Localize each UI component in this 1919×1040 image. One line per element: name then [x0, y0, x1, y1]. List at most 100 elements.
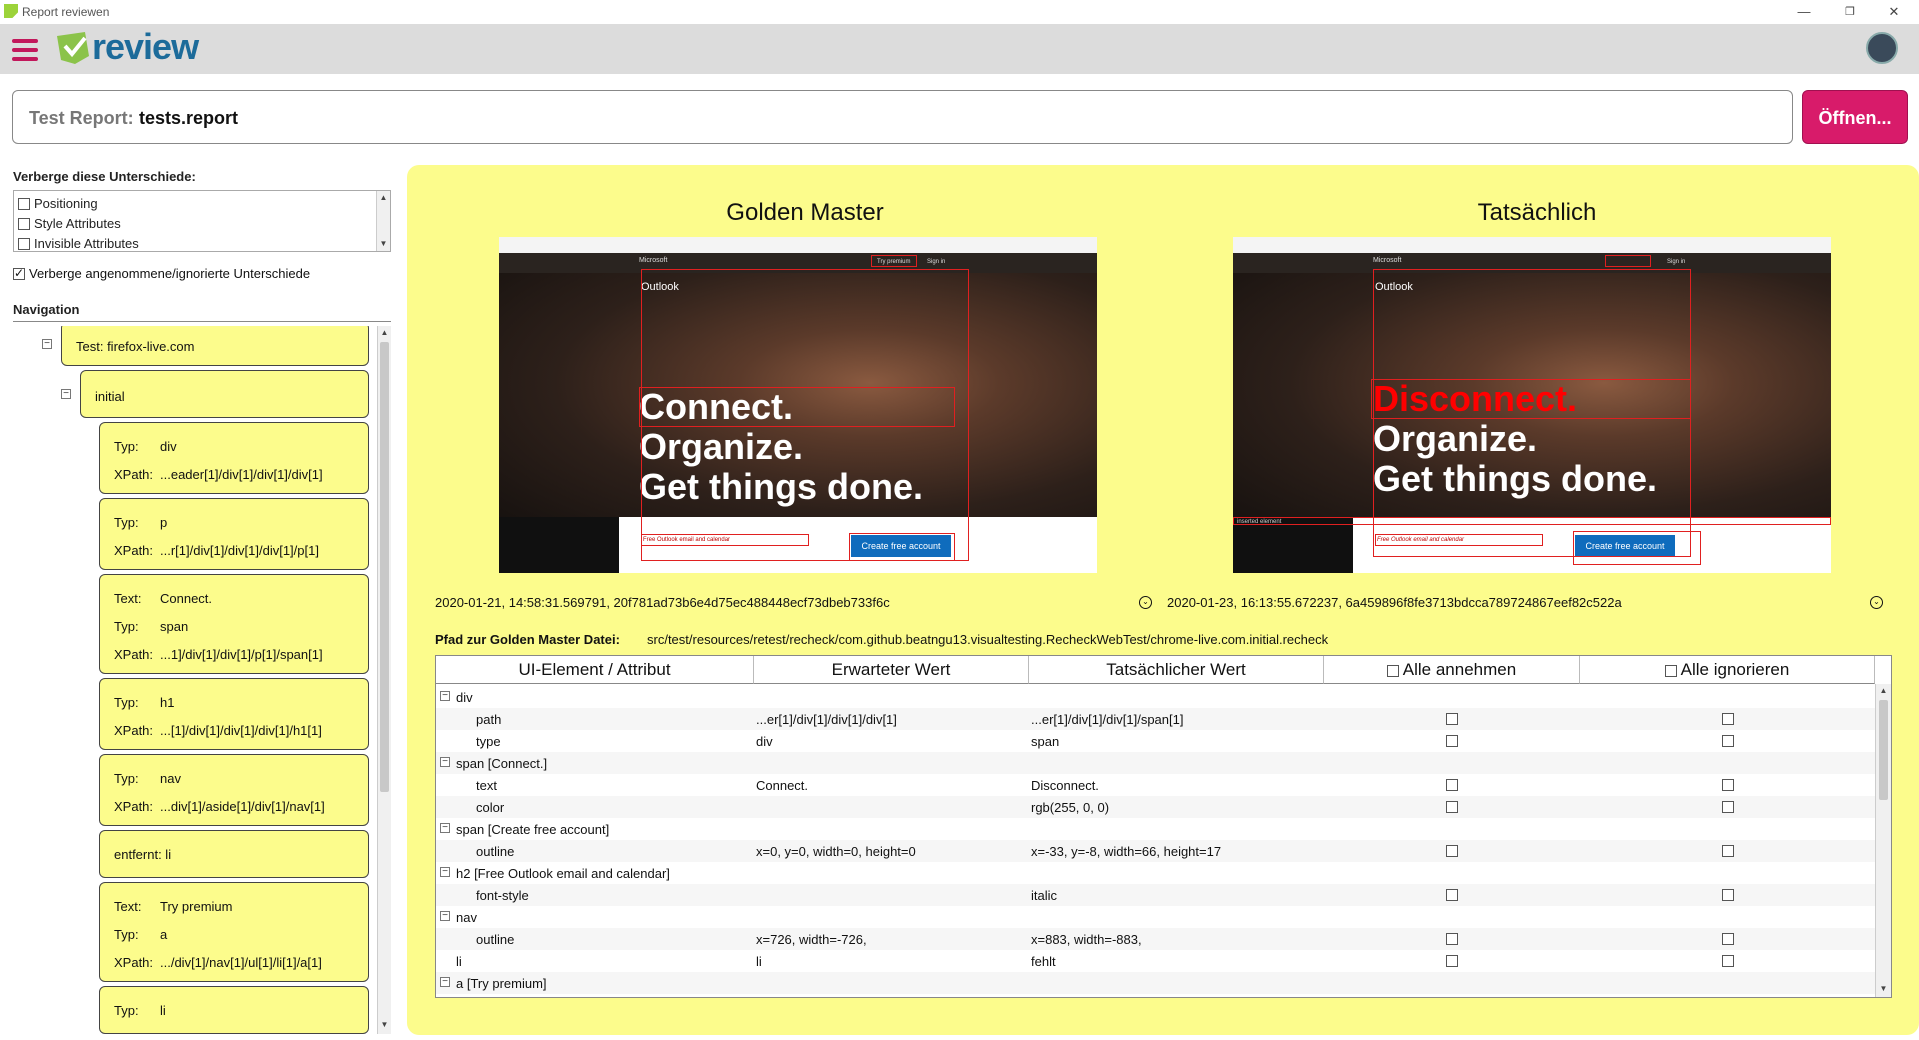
tree-node-test[interactable]: Test: firefox-live.com: [61, 326, 369, 366]
accept-checkbox[interactable]: [1446, 801, 1458, 813]
node-key: XPath:: [114, 467, 154, 482]
table-row[interactable]: outline x=0, y=0, width=0, height=0 x=-33,…: [436, 840, 1875, 862]
header-ui-element[interactable]: UI-Element / Attribut: [436, 656, 754, 684]
table-row[interactable]: text Connect. Disconnect.: [436, 774, 1875, 796]
accept-checkbox[interactable]: [1446, 779, 1458, 791]
golden-master-screenshot[interactable]: Microsoft Outlook Connect. Organize. Get…: [499, 237, 1097, 573]
accept-checkbox[interactable]: [1446, 889, 1458, 901]
tree-node-item[interactable]: Text: Try premium Typ: a XPath: .../div[1]/na…: [99, 882, 369, 982]
collapse-icon[interactable]: −: [42, 339, 52, 349]
collapse-icon[interactable]: −: [440, 823, 450, 833]
checkbox[interactable]: [18, 238, 30, 250]
table-row[interactable]: font-style italic: [436, 884, 1875, 906]
hide-accepted-option[interactable]: Verberge angenommene/ignorierte Untersch…: [13, 266, 310, 281]
user-avatar-icon[interactable]: [1866, 32, 1898, 64]
ignore-checkbox[interactable]: [1722, 933, 1734, 945]
accept-checkbox[interactable]: [1446, 845, 1458, 857]
node-value: a: [160, 927, 168, 942]
collapse-icon[interactable]: −: [61, 389, 71, 399]
ignore-checkbox[interactable]: [1722, 955, 1734, 967]
accept-checkbox[interactable]: [1446, 735, 1458, 747]
accept-checkbox[interactable]: [1446, 933, 1458, 945]
filter-list: Positioning Style Attributes Invisible A…: [13, 190, 391, 252]
collapse-icon[interactable]: −: [440, 757, 450, 767]
filter-scrollbar[interactable]: ▲ ▼: [376, 191, 390, 251]
tree-node-state[interactable]: initial: [80, 370, 369, 418]
checkbox-checked[interactable]: [13, 266, 25, 280]
table-row[interactable]: path ...er[1]/div[1]/div[1]/div[1] ...er[1…: [436, 708, 1875, 730]
node-key: entfernt: li: [114, 847, 172, 862]
ignore-checkbox[interactable]: [1722, 713, 1734, 725]
table-row[interactable]: − span [Create free account]: [436, 818, 1875, 840]
table-row[interactable]: − h2 [Free Outlook email and calendar]: [436, 862, 1875, 884]
filter-positioning[interactable]: Positioning: [18, 196, 98, 211]
ignore-checkbox[interactable]: [1722, 889, 1734, 901]
node-line: XPath: ...1]/div[1]/div[1]/p[1]/span[1]: [114, 647, 323, 662]
ignore-checkbox[interactable]: [1722, 845, 1734, 857]
table-row[interactable]: − a [Try premium]: [436, 972, 1875, 994]
scroll-down-icon[interactable]: ▼: [378, 1018, 391, 1032]
tree-node-item[interactable]: Typ: p XPath: ...r[1]/div[1]/div[1]/div[1]/…: [99, 498, 369, 570]
filter-invisible-attributes[interactable]: Invisible Attributes: [18, 236, 139, 251]
navigation-scrollbar[interactable]: ▲ ▼: [377, 326, 391, 1034]
tree-node-item[interactable]: Typ: h1 XPath: ...[1]/div[1]/div[1]/div[1]/…: [99, 678, 369, 750]
checkbox[interactable]: [18, 198, 30, 210]
report-path-field[interactable]: Test Report: tests.report: [12, 90, 1793, 144]
collapse-icon[interactable]: −: [440, 867, 450, 877]
node-value: ...1]/div[1]/div[1]/p[1]/span[1]: [160, 647, 323, 662]
collapse-icon[interactable]: −: [440, 691, 450, 701]
header-accept-all[interactable]: Alle annehmen: [1324, 656, 1580, 684]
filter-style-attributes[interactable]: Style Attributes: [18, 216, 121, 231]
tree-node-item[interactable]: Typ: nav XPath: ...div[1]/aside[1]/div[1]/n…: [99, 754, 369, 826]
tree-node-item[interactable]: entfernt: li: [99, 830, 369, 878]
window-title-bar: Report reviewen — ❐ ✕: [0, 0, 1919, 24]
table-row[interactable]: outline x=726, width=-726, x=883, width=-8…: [436, 928, 1875, 950]
accept-all-checkbox[interactable]: [1386, 665, 1399, 677]
table-row[interactable]: li li fehlt: [436, 950, 1875, 972]
node-line: XPath: ...div[1]/aside[1]/div[1]/nav[1]: [114, 799, 325, 814]
minimize-button[interactable]: —: [1786, 2, 1822, 22]
header-expected[interactable]: Erwarteter Wert: [754, 656, 1029, 684]
close-button[interactable]: ✕: [1876, 2, 1912, 22]
table-row[interactable]: − nav: [436, 906, 1875, 928]
scroll-thumb[interactable]: [380, 342, 389, 792]
row-expected: div: [756, 734, 773, 749]
scroll-thumb[interactable]: [1879, 700, 1888, 800]
tree-node-item[interactable]: Typ: div XPath: ...eader[1]/div[1]/div[1]/d…: [99, 422, 369, 494]
diff-highlight: [639, 387, 955, 427]
header-actual[interactable]: Tatsächlicher Wert: [1029, 656, 1324, 684]
row-actual: ...er[1]/div[1]/div[1]/span[1]: [1031, 712, 1184, 727]
chevron-down-icon[interactable]: ⌄: [1870, 596, 1883, 609]
scroll-down-icon[interactable]: ▼: [1876, 982, 1891, 996]
hamburger-icon[interactable]: [12, 39, 38, 61]
row-element: color: [476, 800, 505, 815]
header-ignore-all[interactable]: Alle ignorieren: [1580, 656, 1875, 684]
ignore-checkbox[interactable]: [1722, 801, 1734, 813]
collapse-icon[interactable]: −: [440, 977, 450, 987]
scroll-up-icon[interactable]: ▲: [1876, 684, 1891, 698]
table-row[interactable]: − div: [436, 686, 1875, 708]
ignore-checkbox[interactable]: [1722, 779, 1734, 791]
checkbox[interactable]: [18, 218, 30, 230]
scroll-down-icon[interactable]: ▼: [377, 237, 390, 251]
table-scrollbar[interactable]: ▲ ▼: [1875, 684, 1891, 997]
ignore-all-checkbox[interactable]: [1664, 665, 1677, 677]
collapse-icon[interactable]: −: [440, 911, 450, 921]
window-title: Report reviewen: [22, 5, 110, 19]
chevron-down-icon[interactable]: ⌄: [1139, 596, 1152, 609]
maximize-button[interactable]: ❐: [1832, 2, 1868, 22]
scroll-up-icon[interactable]: ▲: [377, 191, 390, 205]
scroll-up-icon[interactable]: ▲: [378, 326, 391, 340]
accept-checkbox[interactable]: [1446, 713, 1458, 725]
accept-checkbox[interactable]: [1446, 955, 1458, 967]
table-row[interactable]: − span [Connect.]: [436, 752, 1875, 774]
table-row[interactable]: color rgb(255, 0, 0): [436, 796, 1875, 818]
ignore-checkbox[interactable]: [1722, 735, 1734, 747]
diff-highlight: [871, 255, 917, 267]
table-row[interactable]: type div span: [436, 730, 1875, 752]
tree-node-item[interactable]: Text: Connect. Typ: span XPath: ...1]/div[1]/…: [99, 574, 369, 674]
actual-screenshot[interactable]: Microsoft Outlook Disconnect. Organize. …: [1233, 237, 1831, 573]
open-button[interactable]: Öffnen...: [1802, 90, 1908, 144]
tree-node-item[interactable]: Typ: li: [99, 986, 369, 1034]
row-expected: x=0, y=0, width=0, height=0: [756, 844, 916, 859]
